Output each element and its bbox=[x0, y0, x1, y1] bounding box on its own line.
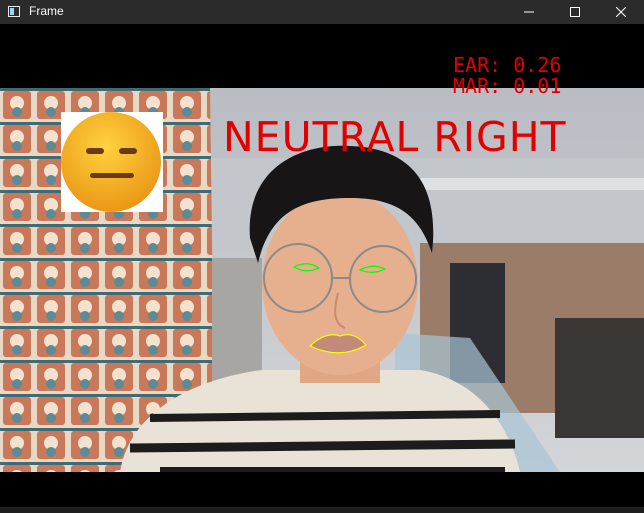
frame-canvas: EAR: 0.26 MAR: 0.01 NEUTRAL RIGHT bbox=[0, 24, 644, 513]
taskbar-strip bbox=[0, 507, 644, 513]
expression-label: NEUTRAL RIGHT bbox=[223, 113, 567, 161]
maximize-icon bbox=[570, 7, 580, 17]
title-bar[interactable]: Frame bbox=[0, 0, 644, 24]
minimize-icon bbox=[524, 11, 534, 13]
dark-garment bbox=[555, 318, 644, 438]
close-button[interactable] bbox=[598, 0, 644, 24]
emoji-indicator bbox=[61, 112, 163, 212]
mar-readout: MAR: 0.01 bbox=[453, 74, 562, 98]
ceiling-beam bbox=[420, 178, 644, 190]
maximize-button[interactable] bbox=[552, 0, 598, 24]
frame-window: Frame EAR: 0.26 MAR: 0.01 NEUTRAL RIGHT bbox=[0, 0, 644, 513]
minimize-button[interactable] bbox=[506, 0, 552, 24]
close-icon bbox=[616, 7, 626, 17]
neutral-face-emoji-icon bbox=[61, 112, 161, 212]
app-icon bbox=[8, 6, 20, 17]
ear-readout: EAR: 0.26 bbox=[453, 53, 562, 77]
window-title: Frame bbox=[29, 4, 64, 18]
